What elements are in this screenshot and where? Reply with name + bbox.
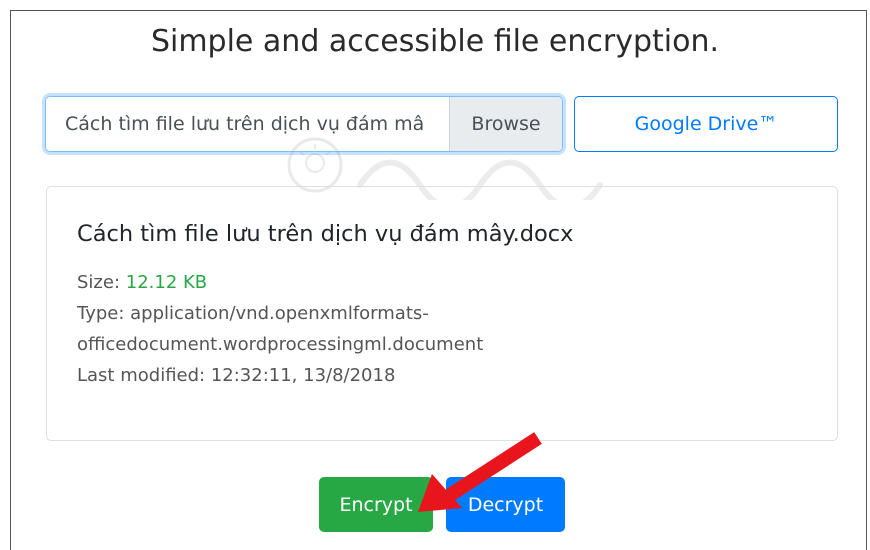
file-size-value: 12.12 KB <box>125 272 208 293</box>
encrypt-button[interactable]: Encrypt <box>319 477 433 532</box>
file-input-group[interactable]: Cách tìm file lưu trên dịch vụ đám mâ Br… <box>45 96 563 152</box>
file-type-line: Type: application/vnd.openxmlformats- <box>77 298 807 329</box>
file-size-line: Size: 12.12 KB <box>77 267 807 298</box>
file-type-value-line2: officedocument.wordprocessingml.document <box>77 334 484 355</box>
file-type-value-line1: application/vnd.openxmlformats- <box>130 303 429 324</box>
file-input[interactable]: Cách tìm file lưu trên dịch vụ đám mâ <box>46 97 449 151</box>
decrypt-button[interactable]: Decrypt <box>446 477 565 532</box>
google-drive-button[interactable]: Google Drive™ <box>574 96 838 152</box>
file-type-label: Type: <box>77 303 125 324</box>
file-modified-line: Last modified: 12:32:11, 13/8/2018 <box>77 360 807 391</box>
file-modified-value: 12:32:11, 13/8/2018 <box>210 365 396 386</box>
file-modified-label: Last modified: <box>77 365 206 386</box>
file-size-label: Size: <box>77 272 121 293</box>
browse-button[interactable]: Browse <box>449 97 562 151</box>
file-name: Cách tìm file lưu trên dịch vụ đám mây.d… <box>77 221 574 247</box>
file-info-card: Cách tìm file lưu trên dịch vụ đám mây.d… <box>46 186 838 441</box>
page-title: Simple and accessible file encryption. <box>150 24 720 59</box>
